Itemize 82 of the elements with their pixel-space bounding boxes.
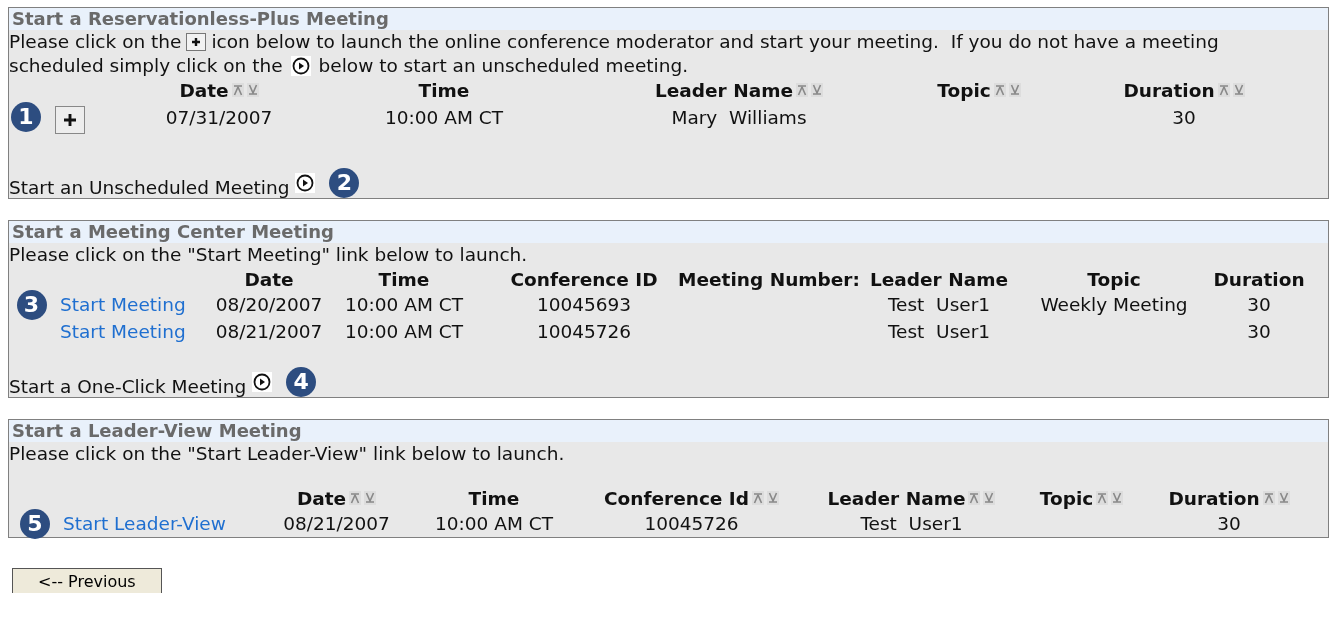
table-cell: 07/31/2007 bbox=[165, 106, 273, 128]
footer-label: Start an Unscheduled Meeting bbox=[9, 176, 290, 198]
sort-down-icon[interactable] bbox=[1277, 491, 1290, 505]
table-cell: 08/21/2007 bbox=[215, 321, 323, 342]
sort-up-icon[interactable] bbox=[993, 83, 1006, 97]
column-header: Leader Name bbox=[655, 79, 793, 101]
sort-up-icon[interactable] bbox=[231, 83, 244, 97]
table-cell: 30 bbox=[1247, 321, 1271, 342]
sort-up-icon[interactable] bbox=[1262, 491, 1275, 505]
sort-down-icon[interactable] bbox=[811, 83, 823, 97]
column-header: Topic bbox=[937, 79, 991, 101]
column-header: Time bbox=[418, 79, 470, 101]
column-header: Topic bbox=[1039, 487, 1094, 509]
instruction-text: Please click on the bbox=[9, 30, 182, 54]
table-cell: Test User1 bbox=[887, 321, 991, 342]
table-cell: Test User1 bbox=[860, 513, 963, 534]
column-header: Time bbox=[378, 268, 430, 290]
column-header: Date bbox=[296, 487, 347, 509]
section-title: Start a Reservationless-Plus Meeting bbox=[9, 8, 1328, 30]
footer-label: Start a One-Click Meeting bbox=[9, 375, 247, 397]
sort-up-icon[interactable] bbox=[968, 491, 981, 505]
sort-down-icon[interactable] bbox=[1008, 83, 1021, 97]
sort-down-icon[interactable] bbox=[364, 491, 377, 505]
callout-number: 5 bbox=[20, 508, 50, 539]
table-cell: 10:00 AM CT bbox=[435, 513, 553, 534]
column-header: Topic bbox=[1087, 268, 1141, 290]
table-cell: Weekly Meeting bbox=[1040, 294, 1188, 315]
column-header: Leader Name bbox=[827, 487, 966, 509]
column-header: Duration bbox=[1123, 79, 1215, 101]
start-link[interactable]: Start Meeting bbox=[60, 321, 186, 342]
sort-down-icon[interactable] bbox=[1232, 83, 1245, 97]
column-header: Meeting Number: bbox=[678, 268, 860, 290]
sort-down-icon[interactable] bbox=[246, 83, 259, 97]
table-cell: 10:00 AM CT bbox=[345, 321, 463, 342]
column-header: Time bbox=[468, 487, 520, 509]
sort-up-icon[interactable] bbox=[1096, 491, 1109, 505]
table-cell: 30 bbox=[1172, 106, 1196, 128]
column-header: Duration bbox=[1168, 487, 1260, 509]
start-link[interactable]: Start Leader-View bbox=[63, 513, 226, 534]
column-header: Date bbox=[179, 79, 229, 101]
plus-icon bbox=[186, 33, 207, 51]
column-header: Conference Id bbox=[604, 487, 749, 509]
instruction-text: scheduled simply click on the bbox=[9, 54, 283, 78]
table-cell: 10045726 bbox=[644, 513, 739, 534]
play-button[interactable] bbox=[252, 372, 273, 392]
sort-up-icon[interactable] bbox=[1217, 83, 1230, 97]
instruction-text: icon below to launch the online conference moderator and start your meeting. If you do not have a meeting bbox=[211, 30, 1219, 54]
instruction-text: Please click on the "Start Leader-View" link below to launch. bbox=[9, 442, 565, 466]
table-cell: 08/20/2007 bbox=[215, 294, 323, 315]
sort-up-icon[interactable] bbox=[349, 491, 362, 505]
column-header: Leader Name bbox=[870, 268, 1008, 290]
table-cell: 30 bbox=[1217, 513, 1241, 534]
previous-button[interactable]: <-- Previous bbox=[12, 568, 162, 593]
table-cell: 10:00 AM CT bbox=[385, 106, 503, 128]
section-title: Start a Leader-View Meeting bbox=[9, 420, 1328, 442]
callout-number: 2 bbox=[329, 168, 360, 198]
play-button[interactable] bbox=[295, 173, 316, 193]
instruction-text: Please click on the "Start Meeting" link below to launch. bbox=[9, 243, 528, 267]
column-header: Conference ID bbox=[510, 268, 658, 290]
table-cell: 10045693 bbox=[536, 294, 632, 315]
plus-icon bbox=[64, 114, 76, 126]
table-cell: 30 bbox=[1247, 294, 1271, 315]
callout-number: 3 bbox=[16, 289, 47, 320]
section-title: Start a Meeting Center Meeting bbox=[9, 221, 1328, 243]
sort-down-icon[interactable] bbox=[767, 491, 779, 505]
sort-up-icon[interactable] bbox=[796, 83, 808, 97]
add-button[interactable] bbox=[55, 106, 85, 134]
table-cell: 08/21/2007 bbox=[283, 513, 390, 534]
sort-up-icon[interactable] bbox=[752, 491, 764, 505]
table-cell: 10:00 AM CT bbox=[345, 294, 463, 315]
sort-down-icon[interactable] bbox=[983, 491, 996, 505]
instruction-text: below to start an unscheduled meeting. bbox=[318, 54, 688, 78]
table-cell: Test User1 bbox=[887, 294, 991, 315]
sort-down-icon[interactable] bbox=[1111, 491, 1124, 505]
column-header: Date bbox=[244, 268, 294, 290]
callout-number: 4 bbox=[286, 367, 317, 397]
table-cell: 10045726 bbox=[536, 321, 632, 342]
table-cell: Mary Williams bbox=[671, 106, 807, 128]
column-header: Duration bbox=[1213, 268, 1305, 290]
start-link[interactable]: Start Meeting bbox=[60, 294, 186, 315]
play-icon bbox=[290, 56, 311, 76]
callout-number: 1 bbox=[11, 102, 41, 132]
